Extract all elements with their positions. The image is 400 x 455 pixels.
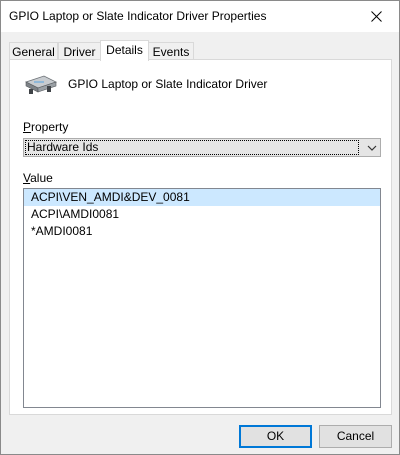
tab-events[interactable]: Events bbox=[148, 42, 194, 60]
close-button[interactable] bbox=[353, 1, 399, 32]
value-label: Value bbox=[23, 171, 53, 185]
tab-events-label: Events bbox=[152, 45, 190, 59]
property-dropdown[interactable]: Hardware Ids bbox=[23, 138, 381, 157]
tab-details[interactable]: Details bbox=[100, 40, 149, 61]
title-bar[interactable]: GPIO Laptop or Slate Indicator Driver Pr… bbox=[1, 1, 399, 32]
cancel-button[interactable]: Cancel bbox=[319, 425, 392, 448]
properties-dialog: GPIO Laptop or Slate Indicator Driver Pr… bbox=[0, 0, 400, 455]
value-list[interactable]: ACPI\VEN_AMDI&DEV_0081 ACPI\AMDI0081 *AM… bbox=[23, 188, 381, 408]
property-dropdown-value: Hardware Ids bbox=[25, 140, 359, 155]
property-label: Property bbox=[23, 120, 68, 134]
chevron-down-icon bbox=[367, 145, 377, 151]
device-icon bbox=[24, 75, 58, 94]
tab-details-label: Details bbox=[106, 43, 143, 57]
list-item[interactable]: *AMDI0081 bbox=[24, 223, 380, 240]
ok-button[interactable]: OK bbox=[239, 425, 312, 448]
close-icon bbox=[370, 11, 382, 22]
list-item[interactable]: ACPI\AMDI0081 bbox=[24, 206, 380, 223]
value-label-text: alue bbox=[30, 171, 53, 185]
details-panel: GPIO Laptop or Slate Indicator Driver Pr… bbox=[9, 59, 392, 415]
tab-driver[interactable]: Driver bbox=[58, 42, 101, 60]
device-name: GPIO Laptop or Slate Indicator Driver bbox=[68, 77, 268, 91]
property-label-accelerator: P bbox=[23, 120, 32, 134]
property-label-text: roperty bbox=[31, 120, 69, 134]
tab-general[interactable]: General bbox=[9, 42, 58, 60]
tab-driver-label: Driver bbox=[63, 45, 96, 59]
window-title: GPIO Laptop or Slate Indicator Driver Pr… bbox=[9, 9, 267, 23]
list-item[interactable]: ACPI\VEN_AMDI&DEV_0081 bbox=[24, 189, 380, 206]
tab-general-label: General bbox=[12, 45, 55, 59]
